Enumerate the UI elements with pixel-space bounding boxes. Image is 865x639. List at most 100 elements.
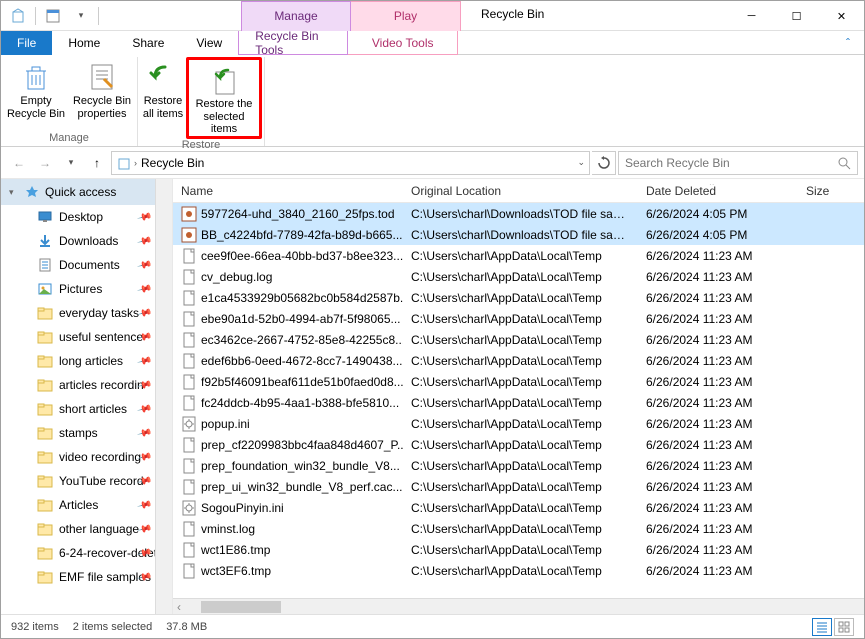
column-size[interactable]: Size	[798, 184, 864, 198]
file-icon	[181, 542, 197, 558]
breadcrumb-recycle-bin[interactable]: Recycle Bin	[141, 156, 204, 170]
sidebar-item-documents[interactable]: Documents📌	[1, 253, 172, 277]
column-date-deleted[interactable]: Date Deleted⌃	[638, 184, 798, 198]
file-date-deleted: 6/26/2024 11:23 AM	[638, 522, 798, 536]
file-row[interactable]: f92b5f46091beaf611de51b0faed0d8...C:\Use…	[173, 371, 864, 392]
folder-icon	[37, 569, 53, 585]
recycle-bin-properties-button[interactable]: Recycle Bin properties	[69, 57, 135, 132]
file-row[interactable]: ec3462ce-2667-4752-85e8-42255c8...C:\Use…	[173, 329, 864, 350]
window-title: Recycle Bin	[481, 7, 544, 21]
nav-forward-button[interactable]: →	[33, 151, 57, 175]
file-icon	[181, 479, 197, 495]
file-row[interactable]: fc24ddcb-4b95-4aa1-b388-bfe5810...C:\Use…	[173, 392, 864, 413]
search-box[interactable]	[618, 151, 858, 175]
column-name[interactable]: Name	[173, 184, 403, 198]
sidebar-item-label: long articles	[59, 354, 123, 368]
sidebar-item-video-recording[interactable]: video recording📌	[1, 445, 172, 469]
ribbon-group-manage-label: Manage	[49, 132, 89, 146]
sidebar-item-pictures[interactable]: Pictures📌	[1, 277, 172, 301]
sidebar-item-long-articles[interactable]: long articles📌	[1, 349, 172, 373]
sidebar-item-articles[interactable]: Articles📌	[1, 493, 172, 517]
breadcrumb-dropdown-icon[interactable]: ⌄	[577, 157, 585, 168]
file-row[interactable]: popup.iniC:\Users\charl\AppData\Local\Te…	[173, 413, 864, 434]
sidebar-item-downloads[interactable]: Downloads📌	[1, 229, 172, 253]
close-button[interactable]: ✕	[819, 1, 864, 31]
file-list[interactable]: 5977264-uhd_3840_2160_25fps.tod C:\Users\…	[173, 203, 864, 598]
folder-icon	[37, 329, 53, 345]
file-row[interactable]: ebe90a1d-52b0-4994-ab7f-5f98065...C:\Use…	[173, 308, 864, 329]
qat-properties-icon[interactable]	[42, 5, 64, 27]
sidebar-item-label: everyday tasks	[59, 306, 139, 320]
sidebar-item-useful-sentence[interactable]: useful sentence📌	[1, 325, 172, 349]
navigation-pane[interactable]: Quick access Desktop📌Downloads📌Documents…	[1, 179, 173, 614]
file-row[interactable]: prep_foundation_win32_bundle_V8...C:\Use…	[173, 455, 864, 476]
nav-up-button[interactable]: ↑	[85, 151, 109, 175]
file-name: SogouPinyin.ini	[201, 501, 284, 515]
sidebar-item-desktop[interactable]: Desktop📌	[1, 205, 172, 229]
nav-history-dropdown[interactable]: ▾	[59, 151, 83, 175]
file-name: ec3462ce-2667-4752-85e8-42255c8...	[201, 333, 403, 347]
quick-access-header[interactable]: Quick access	[1, 179, 172, 205]
file-row[interactable]: prep_cf2209983bbc4faa848d4607_P...C:\Use…	[173, 434, 864, 455]
sidebar-item-stamps[interactable]: stamps📌	[1, 421, 172, 445]
sidebar-item-emf-file-samples[interactable]: EMF file samples📌	[1, 565, 172, 589]
empty-recycle-bin-button[interactable]: Empty Recycle Bin	[3, 57, 69, 132]
scrollbar-thumb[interactable]	[201, 601, 281, 613]
file-name: 5977264-uhd_3840_2160_25fps.tod	[201, 207, 395, 221]
tab-view[interactable]: View	[180, 31, 238, 55]
tab-home[interactable]: Home	[52, 31, 116, 55]
maximize-button[interactable]: ☐	[774, 1, 819, 31]
ribbon-collapse-button[interactable]: ˆ	[832, 31, 864, 55]
pin-icon: 📌	[136, 401, 152, 417]
context-tab-manage[interactable]: Manage	[241, 1, 351, 31]
restore-all-items-button[interactable]: Restore all items	[140, 57, 186, 139]
file-row[interactable]: vminst.logC:\Users\charl\AppData\Local\T…	[173, 518, 864, 539]
search-icon[interactable]	[837, 156, 851, 170]
qat-separator	[35, 7, 36, 25]
file-row[interactable]: prep_ui_win32_bundle_V8_perf.cac...C:\Us…	[173, 476, 864, 497]
tab-file[interactable]: File	[1, 31, 52, 55]
pin-icon: 📌	[136, 425, 152, 441]
sidebar-item-other-language[interactable]: other language📌	[1, 517, 172, 541]
sidebar-item-youtube-record[interactable]: YouTube record📌	[1, 469, 172, 493]
file-date-deleted: 6/26/2024 11:23 AM	[638, 543, 798, 557]
search-input[interactable]	[625, 156, 851, 170]
sidebar-item-articles-recordin[interactable]: articles recordin📌	[1, 373, 172, 397]
restore-selected-items-button[interactable]: Restore the selected items	[186, 57, 262, 139]
breadcrumb[interactable]: › Recycle Bin ⌄	[111, 151, 590, 175]
refresh-button[interactable]	[592, 151, 616, 175]
tab-video-tools[interactable]: Video Tools	[348, 31, 458, 55]
view-details-button[interactable]	[812, 618, 832, 636]
file-row[interactable]: wct1E86.tmpC:\Users\charl\AppData\Local\…	[173, 539, 864, 560]
tab-share[interactable]: Share	[116, 31, 180, 55]
sidebar-item-6-24-recover-delet[interactable]: 6-24-recover-delet📌	[1, 541, 172, 565]
context-tab-play[interactable]: Play	[351, 1, 461, 31]
qat-dropdown-icon[interactable]: ▾	[70, 5, 92, 27]
file-row[interactable]: BB_c4224bfd-7789-42fa-b89d-b665...C:\Use…	[173, 224, 864, 245]
tab-recycle-bin-tools[interactable]: Recycle Bin Tools	[238, 31, 348, 55]
file-icon	[181, 521, 197, 537]
sidebar-item-short-articles[interactable]: short articles 📌	[1, 397, 172, 421]
sidebar-item-label: YouTube record	[59, 474, 144, 488]
file-row[interactable]: wct3EF6.tmpC:\Users\charl\AppData\Local\…	[173, 560, 864, 581]
minimize-button[interactable]: ─	[729, 1, 774, 31]
file-row[interactable]: cee9f0ee-66ea-40bb-bd37-b8ee323...C:\Use…	[173, 245, 864, 266]
file-original-location: C:\Users\charl\Downloads\TOD file samp..…	[403, 228, 638, 242]
file-row[interactable]: SogouPinyin.iniC:\Users\charl\AppData\Lo…	[173, 497, 864, 518]
file-row[interactable]: edef6bb6-0eed-4672-8cc7-1490438...C:\Use…	[173, 350, 864, 371]
column-original-location[interactable]: Original Location	[403, 184, 638, 198]
sidebar-item-label: video recording	[59, 450, 141, 464]
horizontal-scrollbar[interactable]: ‹	[173, 598, 864, 614]
folder-icon	[37, 473, 53, 489]
file-row[interactable]: cv_debug.logC:\Users\charl\AppData\Local…	[173, 266, 864, 287]
sidebar-item-label: short articles	[59, 402, 127, 416]
view-large-icons-button[interactable]	[834, 618, 854, 636]
nav-back-button[interactable]: ←	[7, 151, 31, 175]
sidebar-item-everyday-tasks[interactable]: everyday tasks📌	[1, 301, 172, 325]
file-row[interactable]: e1ca4533929b05682bc0b584d2587b...C:\User…	[173, 287, 864, 308]
file-date-deleted: 6/26/2024 11:23 AM	[638, 564, 798, 578]
column-headers[interactable]: Name Original Location Date Deleted⌃ Siz…	[173, 179, 864, 203]
file-row[interactable]: 5977264-uhd_3840_2160_25fps.todC:\Users\…	[173, 203, 864, 224]
breadcrumb-root-icon[interactable]: ›	[116, 155, 137, 171]
recycle-bin-icon[interactable]	[7, 5, 29, 27]
